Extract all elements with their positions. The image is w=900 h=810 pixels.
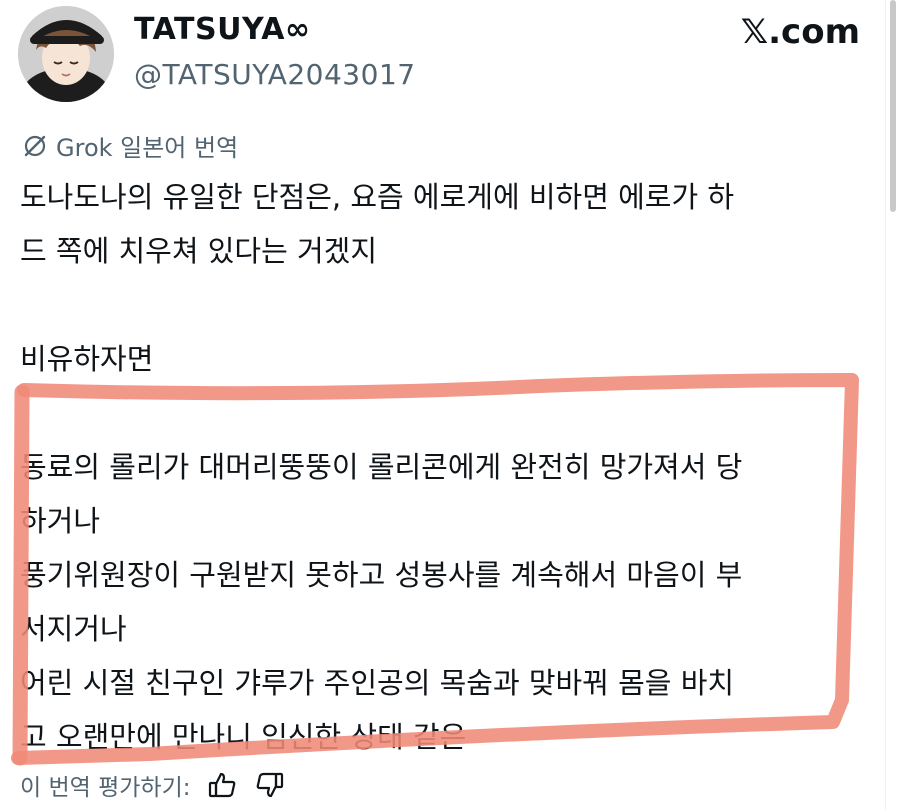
translation-feedback: 이 번역 평가하기: [20, 768, 287, 802]
thumbs-down-icon [256, 772, 283, 798]
author-display-name[interactable]: TATSUYA∞ [134, 12, 311, 47]
author-handle[interactable]: @TATSUYA2043017 [134, 58, 416, 91]
avatar-illustration [18, 6, 114, 102]
post-text: 도나도나의 유일한 단점은, 요즘 에로게에 비하면 에로가 하 드 쪽에 치우… [20, 180, 743, 754]
feedback-label: 이 번역 평가하기: [20, 775, 191, 801]
thumbs-up-button[interactable] [205, 768, 239, 802]
avatar[interactable] [18, 6, 114, 102]
scrollbar-thumb[interactable] [890, 0, 896, 212]
thumbs-up-icon [208, 772, 235, 798]
thumbs-down-button[interactable] [253, 768, 287, 802]
translation-label: Grok 일본어 번역 [56, 134, 239, 162]
source-label[interactable]: 𝕏.com [741, 12, 860, 52]
grok-icon [24, 135, 46, 156]
scrollbar[interactable] [885, 0, 900, 810]
translation-attribution: Grok 일본어 번역 [22, 128, 238, 163]
